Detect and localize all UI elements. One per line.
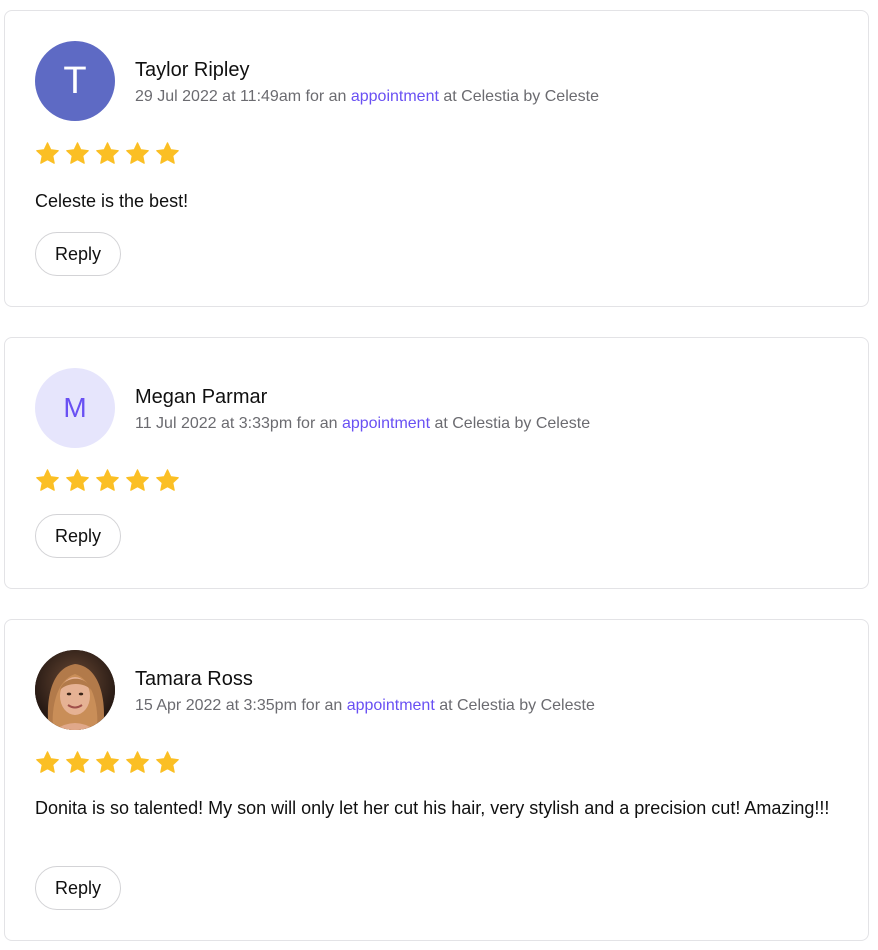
review-meta: 15 Apr 2022 at 3:35pm for an appointment… bbox=[135, 697, 595, 715]
review-card: Tamara Ross 15 Apr 2022 at 3:35pm for an… bbox=[4, 619, 869, 941]
star-icon bbox=[36, 469, 59, 491]
avatar-letter: M bbox=[63, 392, 87, 423]
reviewer-name: Megan Parmar bbox=[135, 386, 268, 408]
avatar: T bbox=[35, 41, 115, 121]
reviewer-name: Taylor Ripley bbox=[135, 59, 250, 81]
star-icon bbox=[156, 469, 179, 491]
reply-button[interactable]: Reply bbox=[35, 866, 121, 910]
review-meta: 11 Jul 2022 at 3:33pm for an appointment… bbox=[135, 415, 590, 433]
star-icon bbox=[126, 142, 149, 164]
star-icon bbox=[126, 751, 149, 773]
review-card: T Taylor Ripley 29 Jul 2022 at 11:49am f… bbox=[4, 10, 869, 307]
appointment-link[interactable]: appointment bbox=[351, 88, 439, 105]
avatar: M bbox=[35, 368, 115, 448]
user-photo-icon bbox=[35, 650, 115, 730]
star-rating bbox=[35, 750, 180, 775]
star-rating bbox=[35, 468, 180, 493]
review-date: 29 Jul 2022 at 11:49am for an bbox=[135, 88, 351, 105]
appointment-link[interactable]: appointment bbox=[342, 415, 430, 432]
star-icon bbox=[156, 751, 179, 773]
review-location: at Celestia by Celeste bbox=[434, 697, 595, 714]
review-date: 11 Jul 2022 at 3:33pm for an bbox=[135, 415, 342, 432]
review-text: Celeste is the best! bbox=[35, 191, 189, 211]
review-location: at Celestia by Celeste bbox=[438, 88, 599, 105]
review-meta: 29 Jul 2022 at 11:49am for an appointmen… bbox=[135, 88, 599, 106]
star-icon bbox=[66, 751, 89, 773]
star-icon bbox=[36, 751, 59, 773]
reviewer-name: Tamara Ross bbox=[135, 668, 253, 690]
review-location: at Celestia by Celeste bbox=[430, 415, 591, 432]
star-icon bbox=[96, 751, 119, 773]
star-rating bbox=[35, 141, 180, 166]
review-text: Donita is so talented! My son will only … bbox=[35, 798, 830, 818]
star-icon bbox=[126, 469, 149, 491]
reply-button[interactable]: Reply bbox=[35, 514, 121, 558]
avatar-letter: T bbox=[63, 60, 87, 102]
star-icon bbox=[66, 469, 89, 491]
star-icon bbox=[66, 142, 89, 164]
reply-button[interactable]: Reply bbox=[35, 232, 121, 276]
star-icon bbox=[96, 142, 119, 164]
avatar-photo bbox=[35, 650, 115, 730]
star-icon bbox=[156, 142, 179, 164]
appointment-link[interactable]: appointment bbox=[347, 697, 435, 714]
review-date: 15 Apr 2022 at 3:35pm for an bbox=[135, 697, 347, 714]
star-icon bbox=[36, 142, 59, 164]
review-card: M Megan Parmar 11 Jul 2022 at 3:33pm for… bbox=[4, 337, 869, 589]
star-icon bbox=[96, 469, 119, 491]
